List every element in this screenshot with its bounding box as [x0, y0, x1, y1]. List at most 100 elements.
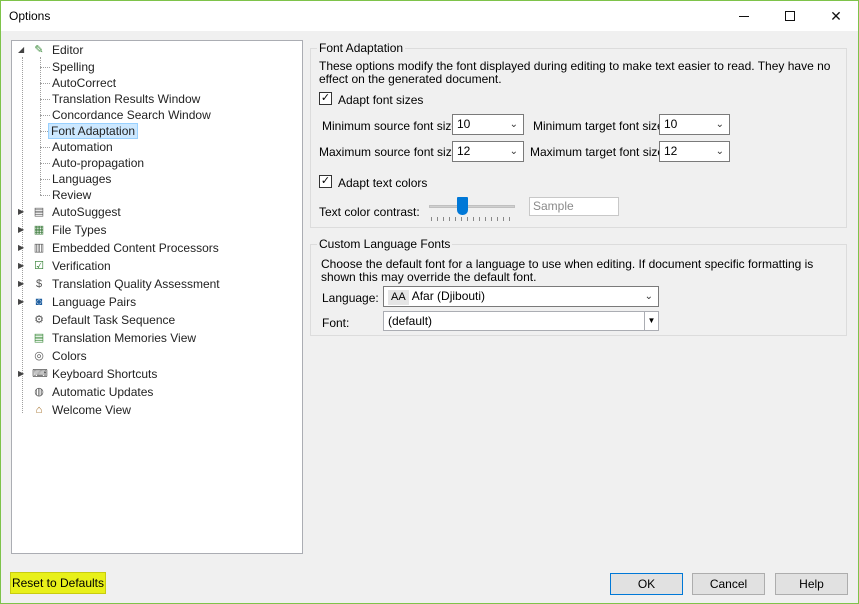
maximize-icon	[785, 11, 795, 21]
select-value: Afar (Djibouti)	[411, 289, 486, 303]
check-icon: ✓	[320, 92, 331, 104]
contrast-slider-track[interactable]	[429, 205, 515, 208]
tree-item-translation-results-window[interactable]: Translation Results Window	[50, 91, 202, 107]
options-dialog: Options ✕ ◢ ✎ Editor Spelling AutoCorrec…	[0, 0, 859, 604]
palette-icon: ◎	[34, 350, 44, 362]
expand-icon[interactable]: ▶	[18, 276, 24, 292]
max-source-font-size-select[interactable]: 12 ⌄	[452, 141, 524, 162]
options-tree[interactable]: ◢ ✎ Editor Spelling AutoCorrect Translat…	[11, 40, 303, 554]
tree-item-label: Default Task Sequence	[52, 313, 176, 327]
min-source-font-size-label: Minimum source font size:	[322, 119, 462, 133]
tree-item-label: Translation Results Window	[52, 92, 201, 106]
tree-item-keyboard-shortcuts[interactable]: ▶ ⌨ Keyboard Shortcuts	[12, 366, 272, 382]
font-label: Font:	[322, 316, 350, 330]
tree-item-translation-quality-assessment[interactable]: ▶ $ Translation Quality Assessment	[12, 276, 282, 292]
expand-icon[interactable]: ▶	[18, 366, 24, 382]
max-target-font-size-select[interactable]: 12 ⌄	[659, 141, 730, 162]
tree-item-label: File Types	[52, 223, 107, 237]
tree-item-label: Welcome View	[52, 403, 131, 417]
tree-item-automation[interactable]: Automation	[50, 139, 115, 155]
cancel-button[interactable]: Cancel	[692, 573, 765, 595]
collapse-icon[interactable]: ◢	[18, 42, 24, 58]
adapt-text-colors-checkbox[interactable]: ✓	[319, 175, 332, 188]
tree-item-language-pairs[interactable]: ▶ ◙ Language Pairs	[12, 294, 272, 310]
tree-item-verification[interactable]: ▶ ☑ Verification	[12, 258, 272, 274]
min-target-font-size-label: Minimum target font size:	[533, 119, 668, 133]
adapt-font-sizes-checkbox[interactable]: ✓	[319, 92, 332, 105]
embedded-content-icon: ▥	[33, 242, 45, 254]
globe-icon: ◍	[34, 386, 44, 398]
tree-item-colors[interactable]: ◎ Colors	[12, 348, 272, 364]
expand-icon[interactable]: ▶	[18, 240, 24, 256]
ok-button[interactable]: OK	[610, 573, 683, 595]
tree-item-label: Embedded Content Processors	[52, 241, 219, 255]
tree-item-spelling[interactable]: Spelling	[50, 59, 97, 75]
tree-item-label: Spelling	[52, 60, 95, 74]
tree-item-autocorrect[interactable]: AutoCorrect	[50, 75, 118, 91]
select-value: 10	[457, 117, 471, 131]
tree-item-label: Translation Memories View	[52, 331, 197, 345]
tree-item-editor[interactable]: ◢ ✎ Editor	[12, 42, 212, 58]
quality-assessment-icon: $	[35, 278, 43, 290]
min-target-font-size-select[interactable]: 10 ⌄	[659, 114, 730, 135]
tree-guide-line	[40, 57, 41, 195]
tree-item-welcome-view[interactable]: ⌂ Welcome View	[12, 402, 272, 418]
expand-icon[interactable]: ▶	[18, 222, 24, 238]
select-value: 12	[457, 144, 471, 158]
tree-item-auto-propagation[interactable]: Auto-propagation	[50, 155, 146, 171]
language-select[interactable]: AA Afar (Djibouti) ⌄	[383, 286, 659, 307]
font-select[interactable]: (default) ▼	[383, 311, 659, 331]
help-button[interactable]: Help	[775, 573, 848, 595]
pencil-icon: ✎	[34, 44, 44, 56]
autosuggest-icon: ▤	[33, 206, 45, 218]
minimize-button[interactable]	[721, 1, 767, 31]
tree-item-label: Auto-propagation	[52, 156, 145, 170]
expand-icon[interactable]: ▶	[18, 258, 24, 274]
expand-icon[interactable]: ▶	[18, 204, 24, 220]
file-types-icon: ▦	[33, 224, 45, 236]
max-target-font-size-label: Maximum target font size:	[530, 145, 668, 159]
tree-item-font-adaptation[interactable]: Font Adaptation	[48, 123, 139, 139]
tree-item-label: AutoCorrect	[52, 76, 117, 90]
min-source-font-size-select[interactable]: 10 ⌄	[452, 114, 524, 135]
title-bar: Options ✕	[1, 1, 858, 31]
contrast-slider-thumb[interactable]	[457, 197, 468, 215]
tree-item-automatic-updates[interactable]: ◍ Automatic Updates	[12, 384, 272, 400]
font-adaptation-description: These options modify the font displayed …	[319, 59, 831, 86]
chevron-down-icon: ⌄	[509, 119, 518, 130]
close-icon: ✕	[830, 7, 842, 24]
tree-item-concordance-search-window[interactable]: Concordance Search Window	[50, 107, 213, 123]
tree-item-autosuggest[interactable]: ▶ ▤ AutoSuggest	[12, 204, 272, 220]
tree-item-label: Translation Quality Assessment	[52, 277, 220, 291]
language-pairs-icon: ◙	[35, 296, 43, 308]
tree-item-label: Colors	[52, 349, 87, 363]
home-icon: ⌂	[35, 404, 43, 416]
gear-icon: ⚙	[34, 314, 44, 326]
language-label: Language:	[322, 291, 379, 305]
translation-memories-icon: ▤	[33, 332, 45, 344]
tree-item-embedded-content-processors[interactable]: ▶ ▥ Embedded Content Processors	[12, 240, 272, 256]
tree-item-label: Language Pairs	[52, 295, 137, 309]
reset-to-defaults-button[interactable]: Reset to Defaults	[10, 572, 106, 594]
expand-icon[interactable]: ▶	[18, 294, 24, 310]
tree-item-default-task-sequence[interactable]: ⚙ Default Task Sequence	[12, 312, 272, 328]
tree-item-label: Font Adaptation	[48, 123, 139, 139]
chevron-down-icon: ⌄	[644, 291, 653, 302]
tree-item-file-types[interactable]: ▶ ▦ File Types	[12, 222, 272, 238]
maximize-button[interactable]	[767, 1, 813, 31]
tree-item-label: Verification	[52, 259, 111, 273]
tree-item-translation-memories-view[interactable]: ▤ Translation Memories View	[12, 330, 272, 346]
close-button[interactable]: ✕	[813, 1, 859, 31]
chevron-down-icon: ⌄	[715, 119, 724, 130]
tree-item-label: Automation	[52, 140, 113, 154]
tree-item-review[interactable]: Review	[50, 187, 93, 203]
text-color-contrast-label: Text color contrast:	[319, 205, 420, 219]
dropdown-arrow-icon: ▼	[644, 312, 658, 330]
window-title: Options	[9, 9, 51, 23]
tree-item-label: Concordance Search Window	[52, 108, 211, 122]
group-title: Font Adaptation	[317, 41, 406, 55]
select-value: 10	[664, 117, 678, 131]
tree-item-languages[interactable]: Languages	[50, 171, 113, 187]
verification-icon: ☑	[34, 260, 44, 272]
chevron-down-icon: ⌄	[715, 146, 724, 157]
